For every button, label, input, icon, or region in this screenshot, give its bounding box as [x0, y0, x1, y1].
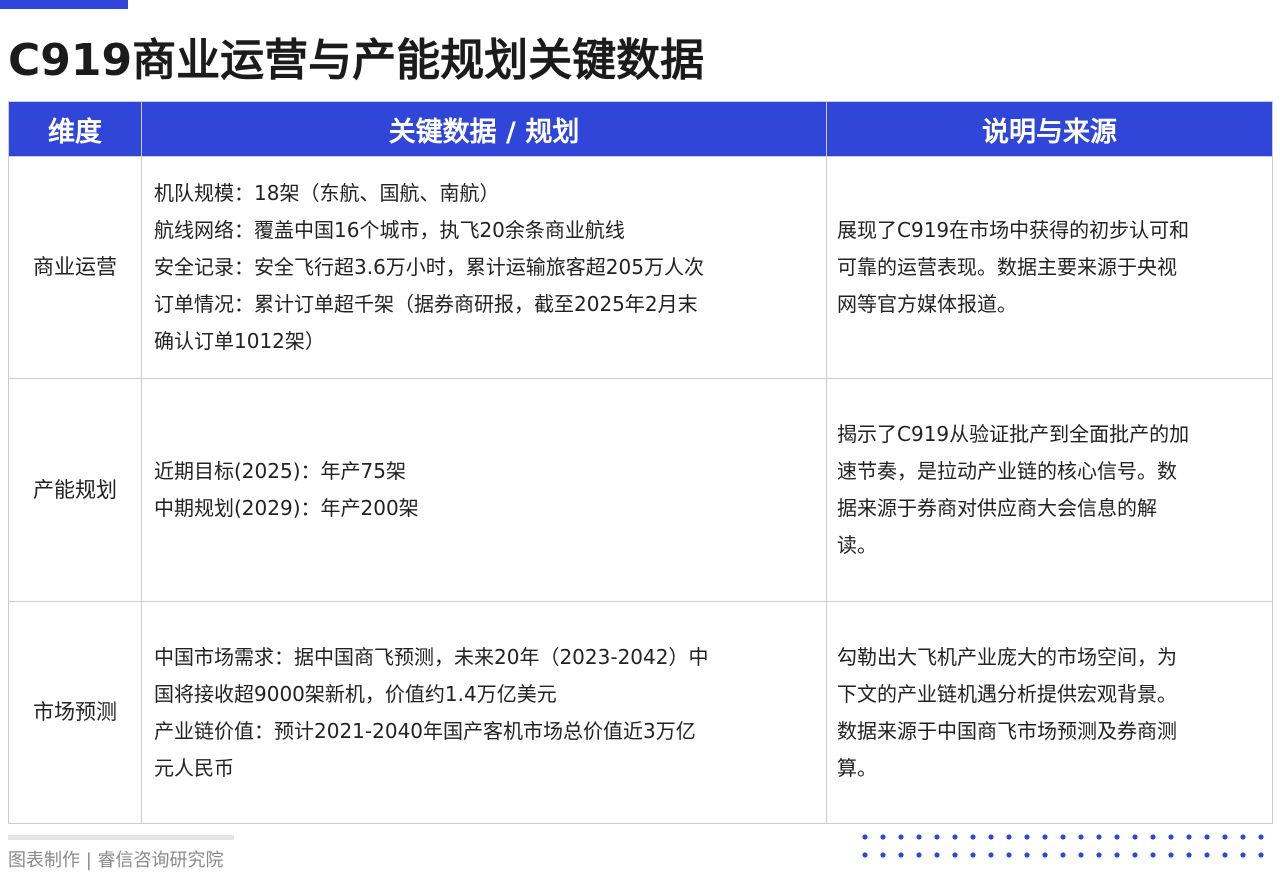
header-notes: 说明与来源	[826, 101, 1273, 157]
footer-credit: 图表制作 | 睿信咨询研究院	[8, 850, 224, 871]
table-row: 市场预测 中国市场需求：据中国商飞预测，未来20年（2023-2042）中 国将…	[8, 601, 1273, 824]
key-data-cell: 机队规模：18架（东航、国航、南航） 航线网络：覆盖中国16个城市，执飞20余条…	[141, 156, 827, 379]
notes-cell: 展现了C919在市场中获得的初步认可和 可靠的运营表现。数据主要来源于央视 网等…	[826, 156, 1273, 379]
footer-divider	[8, 835, 234, 840]
notes-cell: 揭示了C919从验证批产到全面批产的加 速节奏，是拉动产业链的核心信号。数 据来…	[826, 378, 1273, 602]
top-accent-bar	[0, 0, 128, 9]
note-line: 速节奏，是拉动产业链的核心信号。数	[837, 459, 1177, 483]
key-data-line: 中国市场需求：据中国商飞预测，未来20年（2023-2042）中	[154, 644, 709, 669]
note-line: 据来源于券商对供应商大会信息的解	[837, 496, 1157, 520]
decorative-dot-grid	[856, 828, 1272, 868]
note-line: 揭示了C919从验证批产到全面批产的加	[837, 422, 1190, 446]
note-line: 下文的产业链机遇分析提供宏观背景。	[837, 681, 1177, 706]
page-title: C919商业运营与产能规划关键数据	[8, 35, 705, 86]
note-line: 算。	[837, 755, 877, 780]
note-line: 展现了C919在市场中获得的初步认可和	[837, 218, 1190, 242]
note-line: 读。	[837, 533, 877, 557]
key-data-line: 机队规模：18架（东航、国航、南航）	[154, 181, 500, 205]
key-data-line: 确认订单1012架）	[154, 329, 325, 353]
note-line: 数据来源于中国商飞市场预测及券商测	[837, 718, 1177, 743]
table-row: 商业运营 机队规模：18架（东航、国航、南航） 航线网络：覆盖中国16个城市，执…	[8, 156, 1273, 379]
data-table: 维度 关键数据 / 规划 说明与来源 商业运营 机队规模：18架（东航、国航、南…	[8, 101, 1273, 824]
header-key-data: 关键数据 / 规划	[141, 101, 827, 157]
note-line: 勾勒出大飞机产业庞大的市场空间，为	[837, 644, 1177, 669]
note-line: 网等官方媒体报道。	[837, 292, 1017, 316]
table-header-row: 维度 关键数据 / 规划 说明与来源	[8, 101, 1273, 157]
key-data-line: 产业链价值：预计2021-2040年国产客机市场总价值近3万亿	[154, 718, 696, 743]
key-data-line: 元人民币	[154, 755, 234, 780]
key-data-line: 订单情况：累计订单超千架（据券商研报，截至2025年2月末	[154, 292, 698, 316]
table-row: 产能规划 近期目标(2025)：年产75架 中期规划(2029)：年产200架 …	[8, 378, 1273, 602]
key-data-line: 中期规划(2029)：年产200架	[154, 496, 419, 520]
note-line: 可靠的运营表现。数据主要来源于央视	[837, 255, 1177, 279]
dimension-cell: 商业运营	[8, 156, 142, 379]
key-data-line: 近期目标(2025)：年产75架	[154, 459, 406, 483]
key-data-cell: 中国市场需求：据中国商飞预测，未来20年（2023-2042）中 国将接收超90…	[141, 601, 827, 824]
key-data-line: 安全记录：安全飞行超3.6万小时，累计运输旅客超205万人次	[154, 255, 704, 279]
notes-cell: 勾勒出大飞机产业庞大的市场空间，为 下文的产业链机遇分析提供宏观背景。 数据来源…	[826, 601, 1273, 824]
dimension-cell: 市场预测	[8, 601, 142, 824]
dimension-cell: 产能规划	[8, 378, 142, 602]
key-data-cell: 近期目标(2025)：年产75架 中期规划(2029)：年产200架	[141, 378, 827, 602]
key-data-line: 国将接收超9000架新机，价值约1.4万亿美元	[154, 681, 557, 706]
header-dimension: 维度	[8, 101, 142, 157]
key-data-line: 航线网络：覆盖中国16个城市，执飞20余条商业航线	[154, 218, 625, 242]
